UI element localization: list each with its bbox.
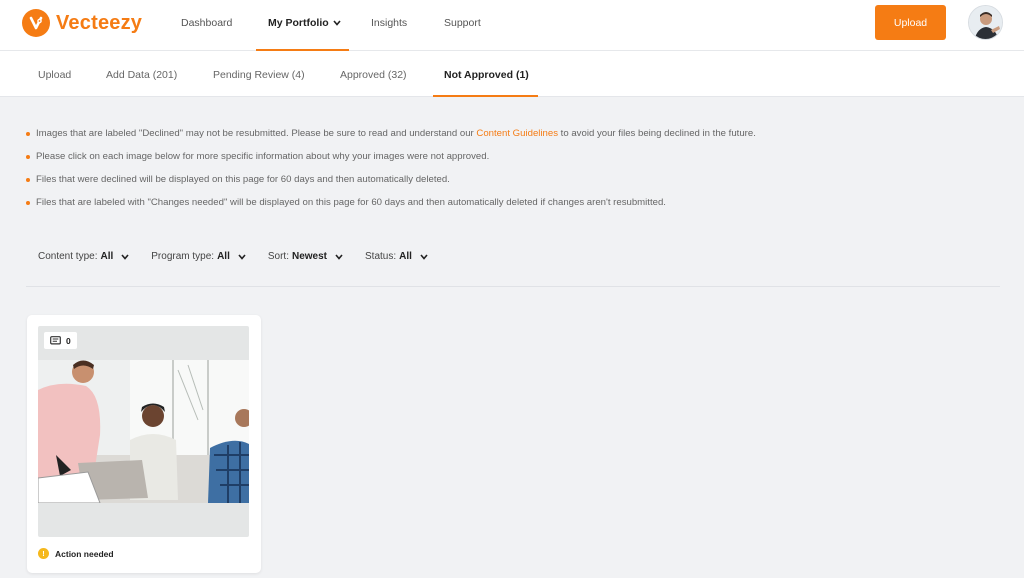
portfolio-tabs: Upload Add Data (201) Pending Review (4)… [0, 51, 1024, 97]
note-click-image: Please click on each image below for mor… [26, 151, 986, 174]
logo[interactable]: Vecteezy [22, 9, 142, 37]
logo-text: Vecteezy [56, 11, 143, 34]
filter-label: Sort: [267, 251, 289, 262]
tab-add-data[interactable]: Add Data (201) [106, 69, 177, 81]
status-label: Action needed [55, 548, 114, 559]
filter-divider [26, 286, 1000, 287]
nav-my-portfolio-label: My Portfolio [268, 17, 329, 29]
sort-filter[interactable]: Sort: Newest [268, 251, 343, 262]
status-filter[interactable]: Status: All [365, 251, 428, 262]
content-guidelines-link[interactable]: Content Guidelines [476, 128, 558, 139]
nav-my-portfolio[interactable]: My Portfolio [268, 17, 341, 29]
note-declined-text-2: to avoid your files being declined in th… [558, 128, 756, 139]
note-declined-text-1: Images that are labeled "Declined" may n… [36, 128, 477, 139]
comment-icon [50, 335, 61, 344]
comment-count-badge[interactable]: 0 [44, 332, 77, 349]
chevron-down-icon [335, 253, 343, 260]
asset-thumbnail[interactable]: 0 [38, 326, 249, 537]
asset-photo [38, 360, 249, 503]
filter-label: Content type: [38, 251, 98, 262]
chevron-down-icon [420, 253, 428, 260]
logo-icon [22, 9, 50, 37]
program-type-filter[interactable]: Program type: All [151, 251, 246, 262]
filter-value: Newest [291, 251, 327, 262]
info-notes: Images that are labeled "Declined" may n… [26, 128, 986, 220]
filter-value: All [100, 251, 114, 262]
asset-status: ! Action needed [38, 548, 114, 559]
avatar[interactable] [968, 5, 1003, 40]
asset-card[interactable]: 0 ! Action needed [27, 315, 261, 573]
tab-active-indicator [433, 95, 538, 97]
filter-label: Status: [365, 251, 397, 262]
nav-dashboard[interactable]: Dashboard [181, 17, 232, 29]
chevron-down-icon [238, 253, 246, 260]
filter-label: Program type: [151, 251, 215, 262]
nav-support[interactable]: Support [444, 17, 481, 29]
tab-pending-review[interactable]: Pending Review (4) [213, 69, 305, 81]
filter-value: All [217, 251, 230, 262]
content-type-filter[interactable]: Content type: All [38, 251, 129, 262]
note-changes-needed: Files that are labeled with "Changes nee… [26, 197, 986, 220]
note-declined-retention: Files that were declined will be display… [26, 174, 986, 197]
filter-value: All [399, 251, 412, 262]
tab-upload[interactable]: Upload [38, 69, 71, 81]
chevron-down-icon [333, 20, 341, 26]
note-declined: Images that are labeled "Declined" may n… [26, 128, 986, 151]
top-navbar: Vecteezy Dashboard My Portfolio Insights… [0, 0, 1024, 51]
chevron-down-icon [121, 253, 129, 260]
tab-not-approved[interactable]: Not Approved (1) [444, 69, 529, 81]
tab-approved[interactable]: Approved (32) [340, 69, 407, 81]
warning-icon: ! [38, 548, 49, 559]
nav-insights[interactable]: Insights [371, 17, 407, 29]
upload-button[interactable]: Upload [875, 5, 946, 40]
comment-count: 0 [66, 335, 71, 346]
filter-bar: Content type: All Program type: All Sort: N… [38, 251, 450, 262]
